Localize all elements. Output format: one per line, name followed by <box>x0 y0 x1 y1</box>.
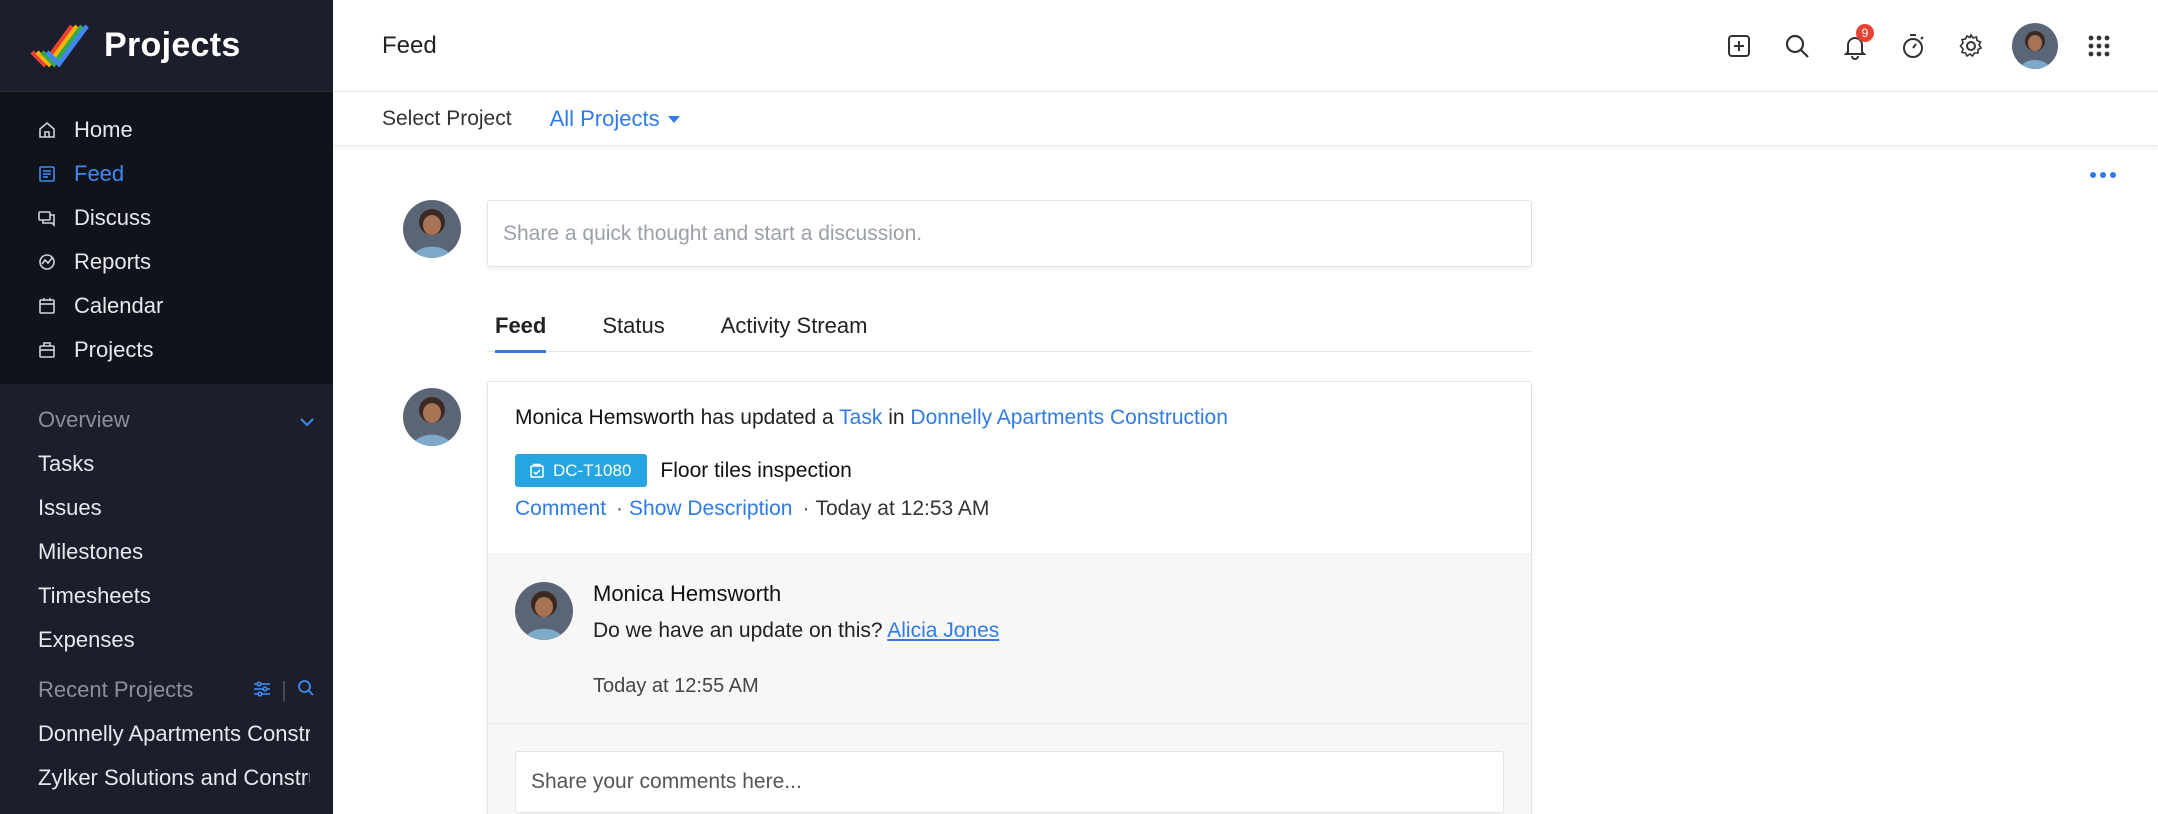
sidebar-item-reports[interactable]: Reports <box>0 240 333 284</box>
activity-user[interactable]: Monica Hemsworth <box>515 406 695 429</box>
sidebar-nav: Home Feed Discuss Reports Calendar Proje… <box>0 92 333 384</box>
project-selector-bar: Select Project All Projects <box>333 92 2158 146</box>
overview-section: Overview Tasks Issues Milestones Timeshe… <box>0 384 333 662</box>
activity-line: Monica Hemsworth has updated a Task in D… <box>515 406 1504 430</box>
feed-tabs: Feed Status Activity Stream <box>487 308 1532 353</box>
recent-project-item[interactable]: Zylker Solutions and Construction <box>0 756 310 800</box>
task-title[interactable]: Floor tiles inspection <box>660 459 851 483</box>
notification-badge: 9 <box>1856 24 1874 42</box>
comment-body: Do we have an update on this? <box>593 619 883 642</box>
task-row: DC-T1080 Floor tiles inspection <box>515 454 1504 487</box>
page-title: Feed <box>382 31 437 59</box>
tab-activity-stream[interactable]: Activity Stream <box>713 308 868 352</box>
sidebar-item-home[interactable]: Home <box>0 108 333 152</box>
comment-time: Today at 12:55 AM <box>593 675 759 697</box>
activity-project-link[interactable]: Donnelly Apartments Construction <box>910 406 1228 429</box>
reports-icon <box>36 251 58 273</box>
comment-input[interactable]: Share your comments here... <box>515 751 1504 813</box>
sidebar-item-feed[interactable]: Feed <box>0 152 333 196</box>
avatar[interactable] <box>2012 23 2058 69</box>
activity-object-link[interactable]: Task <box>839 406 882 429</box>
add-icon[interactable] <box>1710 17 1768 75</box>
separator-dot: · <box>616 497 624 520</box>
select-project-label: Select Project <box>382 106 512 130</box>
recent-projects-label: Recent Projects <box>38 677 194 702</box>
comment-text: Do we have an update on this? Alicia Jon… <box>593 619 999 643</box>
sidebar-item-label: Feed <box>74 161 125 186</box>
project-dropdown[interactable]: All Projects <box>550 106 680 132</box>
sidebar-item-projects[interactable]: Projects <box>0 328 333 372</box>
avatar <box>403 388 461 446</box>
sidebar-item-label: Calendar <box>74 293 164 318</box>
sidebar-item-milestones[interactable]: Milestones <box>0 530 333 574</box>
recent-projects-section: Recent Projects | Donnelly Apartments Co… <box>0 662 333 800</box>
discussion-composer-input[interactable]: Share a quick thought and start a discus… <box>487 200 1532 267</box>
timer-icon[interactable] <box>1884 17 1942 75</box>
task-id-chip[interactable]: DC-T1080 <box>515 454 648 487</box>
projects-logo-icon[interactable] <box>30 18 96 74</box>
activity-in: in <box>888 406 905 429</box>
divider: | <box>281 677 287 702</box>
show-description-link[interactable]: Show Description <box>629 497 792 521</box>
gear-icon[interactable] <box>1942 17 2000 75</box>
activity-time: Today at 12:53 AM <box>815 497 990 520</box>
feed-card-header: Monica Hemsworth has updated a Task in D… <box>488 382 1531 554</box>
overview-heading-label: Overview <box>38 407 130 432</box>
sidebar-item-tasks[interactable]: Tasks <box>0 442 333 486</box>
comment-link[interactable]: Comment <box>515 497 606 521</box>
overview-heading[interactable]: Overview <box>0 398 333 442</box>
sidebar-item-label: Discuss <box>74 205 152 230</box>
comment-author: Monica Hemsworth <box>593 581 782 606</box>
search-icon[interactable] <box>1768 17 1826 75</box>
comment-item: Monica Hemsworth Do we have an update on… <box>488 554 1531 723</box>
sidebar-header: Projects <box>0 0 333 92</box>
top-icons: 9 <box>1710 0 2128 92</box>
sidebar-item-expenses[interactable]: Expenses <box>0 618 333 662</box>
tab-status[interactable]: Status <box>594 308 664 352</box>
avatar <box>403 200 461 258</box>
sidebar-item-discuss[interactable]: Discuss <box>0 196 333 240</box>
sidebar-item-timesheets[interactable]: Timesheets <box>0 574 333 618</box>
bell-icon[interactable]: 9 <box>1826 17 1884 75</box>
separator-dot: · <box>802 497 810 520</box>
recent-project-item[interactable]: Donnelly Apartments Construction <box>0 712 310 756</box>
sidebar-item-label: Home <box>74 117 133 142</box>
sidebar-item-issues[interactable]: Issues <box>0 486 333 530</box>
sidebar-item-label: Reports <box>74 249 152 274</box>
meta-row: Comment · Show Description · Today at 12… <box>515 497 1504 521</box>
home-icon <box>36 119 58 141</box>
more-options-icon[interactable] <box>2090 172 2116 178</box>
mention-link[interactable]: Alicia Jones <box>887 619 999 642</box>
sidebar-item-calendar[interactable]: Calendar <box>0 284 333 328</box>
top-bar: Feed 9 <box>333 0 2158 92</box>
brand-name: Projects <box>104 26 241 64</box>
avatar <box>515 582 573 640</box>
search-icon[interactable] <box>297 677 315 703</box>
caret-down-icon <box>667 116 680 123</box>
filter-icon[interactable] <box>253 677 271 703</box>
apps-grid-icon[interactable] <box>2070 17 2128 75</box>
sidebar: Projects Home Feed Discuss Reports Calen… <box>0 0 333 814</box>
feed-icon <box>36 163 58 185</box>
feed-card: Monica Hemsworth has updated a Task in D… <box>487 381 1532 814</box>
task-id: DC-T1080 <box>553 460 632 480</box>
calendar-icon <box>36 295 58 317</box>
activity-action: has updated a <box>700 406 834 429</box>
sidebar-item-label: Projects <box>74 337 154 362</box>
project-dropdown-value: All Projects <box>549 105 660 131</box>
discuss-icon <box>36 207 58 229</box>
comment-input-area: Share your comments here... <box>488 723 1531 814</box>
task-icon <box>530 463 544 478</box>
chevron-down-icon[interactable] <box>299 407 315 433</box>
recent-projects-heading: Recent Projects | <box>0 668 333 712</box>
tab-feed[interactable]: Feed <box>487 308 547 353</box>
projects-icon <box>36 339 58 361</box>
